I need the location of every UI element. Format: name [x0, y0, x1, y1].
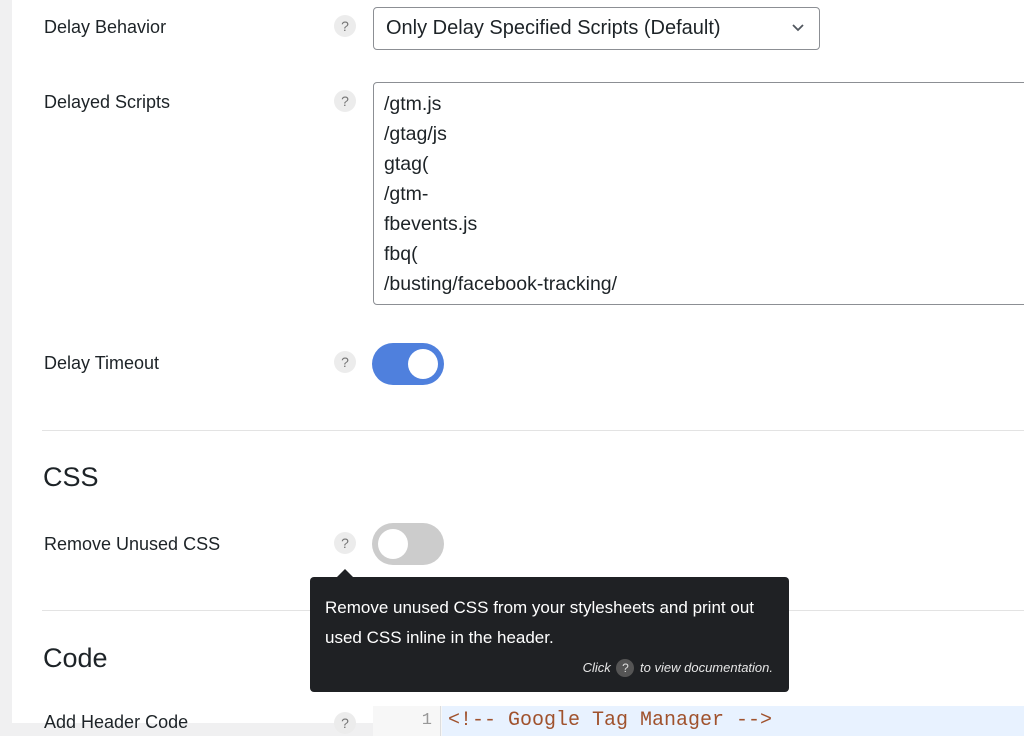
- question-icon: ?: [616, 659, 635, 677]
- add-header-code-help-icon[interactable]: ?: [334, 712, 356, 734]
- code-section-heading: Code: [43, 643, 108, 673]
- hint-suffix: to view documentation.: [640, 660, 773, 675]
- delayed-scripts-help-icon[interactable]: ?: [334, 90, 356, 112]
- delayed-scripts-textarea[interactable]: /gtm.js /gtag/js gtag( /gtm- fbevents.js…: [373, 82, 1024, 305]
- delay-timeout-toggle[interactable]: [372, 343, 444, 385]
- section-divider: [42, 430, 1024, 431]
- delay-timeout-help-icon[interactable]: ?: [334, 351, 356, 373]
- script-line: fbevents.js: [384, 213, 478, 235]
- toggle-knob: [378, 529, 408, 559]
- chevron-down-icon: [792, 24, 804, 32]
- delay-timeout-label: Delay Timeout: [44, 353, 160, 373]
- remove-unused-css-toggle[interactable]: [372, 523, 444, 565]
- delay-behavior-select[interactable]: Only Delay Specified Scripts (Default): [373, 7, 820, 50]
- script-line: /busting/facebook-tracking/: [384, 273, 618, 295]
- script-line: /gtag/js: [384, 123, 447, 145]
- line-number: 1: [373, 706, 441, 736]
- help-tooltip: Remove unused CSS from your stylesheets …: [310, 569, 789, 692]
- delay-behavior-label: Delay Behavior: [44, 17, 167, 37]
- remove-unused-css-help-icon[interactable]: ?: [334, 532, 356, 554]
- script-line: gtag(: [384, 153, 429, 175]
- delayed-scripts-label: Delayed Scripts: [44, 92, 171, 112]
- script-line: fbq(: [384, 243, 418, 265]
- tooltip-hint: Click ? to view documentation.: [583, 659, 773, 677]
- css-section-heading: CSS: [43, 462, 99, 492]
- remove-unused-css-label: Remove Unused CSS: [44, 534, 221, 554]
- header-code-editor[interactable]: 1 <!-- Google Tag Manager -->: [373, 706, 1024, 736]
- delay-behavior-selected-value: Only Delay Specified Scripts (Default): [386, 17, 721, 39]
- tooltip-arrow: [337, 569, 353, 577]
- hint-prefix: Click: [582, 660, 611, 675]
- script-line: /10000171ue.js: [384, 299, 1022, 304]
- toggle-knob: [408, 349, 438, 379]
- delay-behavior-help-icon[interactable]: ?: [334, 15, 356, 37]
- script-line: /gtm.js: [384, 93, 442, 115]
- script-line: /gtm-: [384, 183, 429, 205]
- tooltip-text: Remove unused CSS from your stylesheets …: [325, 598, 754, 647]
- code-line: <!-- Google Tag Manager -->: [442, 706, 1024, 736]
